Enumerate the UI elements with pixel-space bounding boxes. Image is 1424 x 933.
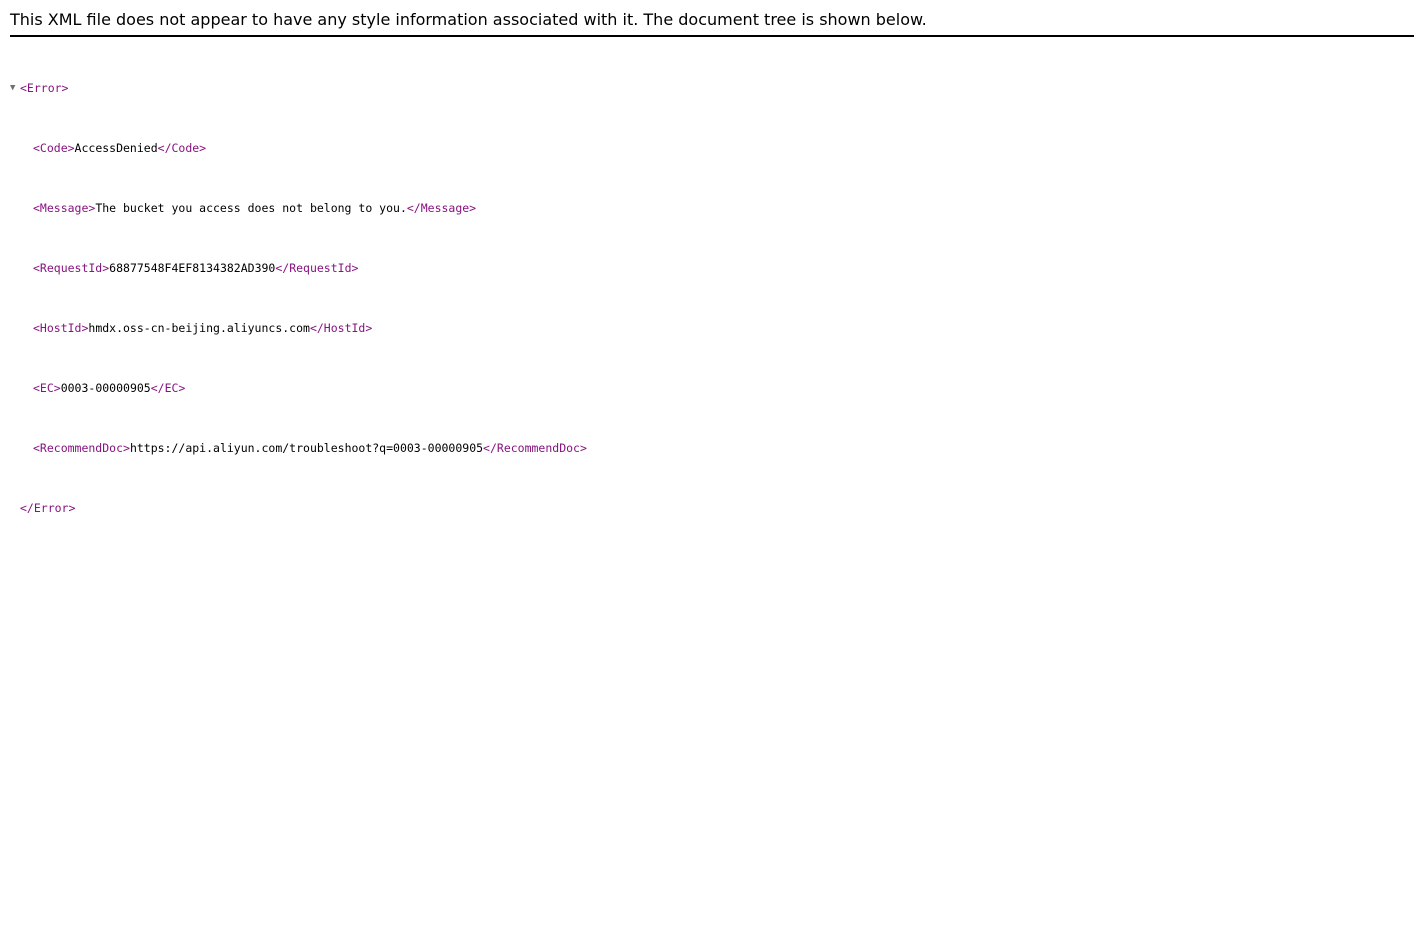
xml-close-tag: </EC>	[150, 381, 186, 395]
xml-root-open-line[interactable]: ▼ <Error>	[10, 81, 587, 96]
xml-text-value: https://api.aliyun.com/troubleshoot?q=00…	[129, 441, 484, 455]
xml-open-tag: <Message>	[33, 201, 96, 215]
xml-close-tag: </RequestId>	[275, 261, 359, 275]
xml-close-tag: </Code>	[157, 141, 207, 155]
xml-close-tag: </RecommendDoc>	[483, 441, 587, 455]
xml-document-tree: ▼ <Error> <Code> AccessDenied </Code> <Mess…	[10, 51, 587, 531]
xml-element-line-requestid: <RequestId> 68877548F4EF8134382AD390 </Req…	[10, 261, 587, 276]
xml-open-tag: <RequestId>	[33, 261, 110, 275]
xml-element-line-code: <Code> AccessDenied </Code>	[10, 141, 587, 156]
xml-text-value: hmdx.oss-cn-beijing.aliyuncs.com	[88, 321, 310, 335]
xml-text-value: 0003-00000905	[60, 381, 151, 395]
xml-text-value: The bucket you access does not belong to…	[95, 201, 407, 215]
collapse-triangle-icon[interactable]: ▼	[10, 81, 20, 96]
xml-element-line-hostid: <HostId> hmdx.oss-cn-beijing.aliyuncs.com…	[10, 321, 587, 336]
xml-open-tag: <HostId>	[33, 321, 89, 335]
style-info-text: This XML file does not appear to have an…	[10, 10, 927, 29]
xml-root-open-tag: <Error>	[20, 81, 69, 95]
xml-open-tag: <Code>	[33, 141, 75, 155]
xml-text-value: 68877548F4EF8134382AD390	[109, 261, 276, 275]
xml-element-line-message: <Message> The bucket you access does not …	[10, 201, 587, 216]
xml-root-close-tag: </Error>	[20, 501, 76, 515]
xml-element-line-ec: <EC> 0003-00000905 </EC>	[10, 381, 587, 396]
xml-element-line-recommenddoc: <RecommendDoc> https://api.aliyun.com/tro…	[10, 441, 587, 456]
xml-open-tag: <EC>	[33, 381, 61, 395]
xml-root-close-line: </Error>	[10, 501, 587, 516]
xml-open-tag: <RecommendDoc>	[33, 441, 130, 455]
xml-close-tag: </Message>	[406, 201, 477, 215]
xml-text-value: AccessDenied	[74, 141, 158, 155]
xml-close-tag: </HostId>	[309, 321, 373, 335]
style-info-banner: This XML file does not appear to have an…	[10, 9, 1414, 37]
